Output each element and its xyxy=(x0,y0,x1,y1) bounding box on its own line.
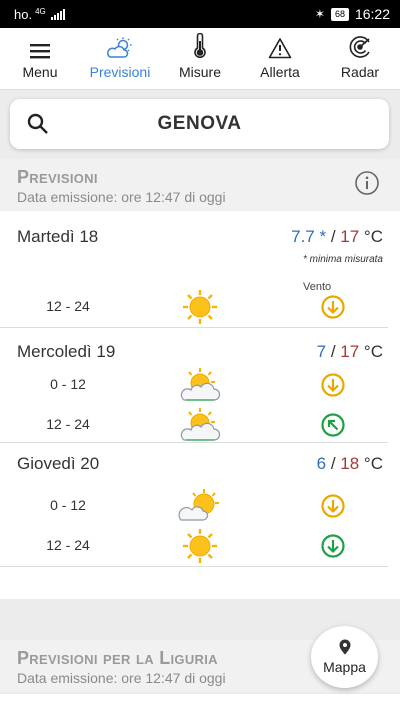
info-icon[interactable] xyxy=(354,170,380,196)
thermometer-icon xyxy=(194,33,206,59)
temperature-range: 6 / 18 °C xyxy=(316,454,383,473)
map-button-label: Mappa xyxy=(323,659,366,675)
emission-date: Data emissione: ore 12:47 di oggi xyxy=(17,189,226,205)
forecast-slot: 12 - 24 xyxy=(0,525,388,565)
battery-icon: 68 xyxy=(330,7,349,21)
city-search-box[interactable]: GENOVA xyxy=(10,99,389,149)
city-name: GENOVA xyxy=(157,113,242,134)
sunny-icon xyxy=(183,529,217,563)
carrier-label: ho. xyxy=(14,6,33,22)
partly-cloudy-icon xyxy=(180,408,221,441)
slot-time: 12 - 24 xyxy=(46,537,90,553)
clock: 16:22 xyxy=(354,6,390,22)
nav-item-allerta[interactable]: Allerta xyxy=(240,28,320,89)
nav-item-misure[interactable]: Misure xyxy=(160,28,240,89)
radar-icon xyxy=(349,36,370,58)
forecast-slot: 12 - 24 xyxy=(0,404,388,444)
forecast-title: Previsioni xyxy=(17,167,98,187)
nav-label: Radar xyxy=(340,64,380,80)
signal-icon xyxy=(50,8,65,20)
forecast-slot: 0 - 12 xyxy=(0,485,388,525)
next-section xyxy=(0,694,400,711)
temp-unit: °C xyxy=(363,227,383,246)
day-name: Giovedì 20 xyxy=(17,454,100,473)
day-name: Martedì 18 xyxy=(17,227,99,246)
day-row: Giovedì 20 6 / 18 °C xyxy=(0,443,388,474)
nav-label: Menu xyxy=(22,64,58,80)
forecast-slot: 12 - 24 xyxy=(0,286,388,326)
map-pin-icon xyxy=(339,639,350,655)
temp-unit: °C xyxy=(363,342,383,361)
sun-cloud-icon xyxy=(178,489,219,521)
hamburger-icon xyxy=(30,44,50,59)
temp-min: 7 xyxy=(316,342,327,361)
search-icon[interactable] xyxy=(26,112,50,136)
nav-item-previsioni[interactable]: Previsioni xyxy=(80,28,160,89)
nav-item-radar[interactable]: Radar xyxy=(320,28,400,89)
wind-northwest-icon xyxy=(321,413,345,437)
slot-time: 0 - 12 xyxy=(50,376,86,392)
wind-south-icon xyxy=(321,534,345,558)
slot-time: 12 - 24 xyxy=(46,416,90,432)
nav-label: Previsioni xyxy=(89,64,151,80)
temp-max: 17 xyxy=(340,342,360,361)
temperature-range: 7 / 17 °C xyxy=(316,342,383,361)
temperature-range: 7.7 * / 17 °C xyxy=(291,227,383,246)
day-name: Mercoledì 19 xyxy=(17,342,116,361)
forecast-header: Previsioni Data emissione: ore 12:47 di … xyxy=(0,159,400,211)
day-row: Mercoledì 19 7 / 17 °C xyxy=(0,328,388,362)
nav-label: Allerta xyxy=(260,64,300,80)
nav-item-menu[interactable]: Menu xyxy=(0,28,80,89)
temp-min: 6 xyxy=(316,454,327,473)
day-row: Martedì 18 7.7 * / 17 °C xyxy=(0,211,388,247)
slot-time: 0 - 12 xyxy=(50,497,86,513)
temp-max: 17 xyxy=(340,227,360,246)
wind-south-icon xyxy=(321,494,345,518)
forecast-day: Mercoledì 19 7 / 17 °C 0 - 12 12 - 24 xyxy=(0,328,388,443)
measured-min-note: * minima misurata xyxy=(302,254,383,265)
temp-unit: °C xyxy=(363,454,383,473)
forecast-day: Martedì 18 7.7 * / 17 °C * minima misura… xyxy=(0,211,388,328)
wind-south-icon xyxy=(321,295,345,319)
network-label: 4G xyxy=(35,6,46,16)
temp-min: 7.7 * xyxy=(291,227,327,246)
status-bar: ho. 4G ✶ 68 16:22 xyxy=(0,0,400,28)
forecast-day: Giovedì 20 6 / 18 °C 0 - 12 12 - 24 xyxy=(0,443,388,567)
partly-cloudy-icon xyxy=(107,37,132,58)
temp-max: 18 xyxy=(340,454,360,473)
wind-south-icon xyxy=(321,373,345,397)
warning-icon xyxy=(268,38,292,59)
partly-cloudy-icon xyxy=(180,368,221,401)
map-button[interactable]: Mappa xyxy=(311,626,378,688)
bluetooth-icon: ✶ xyxy=(314,7,325,21)
sunny-icon xyxy=(183,290,217,324)
forecast-card: Previsioni Data emissione: ore 12:47 di … xyxy=(0,159,400,599)
slot-time: 12 - 24 xyxy=(46,298,90,314)
nav-label: Misure xyxy=(178,64,221,80)
top-navigation: Menu Previsioni Misure Allerta Radar xyxy=(0,28,400,90)
forecast-slot: 0 - 12 xyxy=(0,364,388,404)
